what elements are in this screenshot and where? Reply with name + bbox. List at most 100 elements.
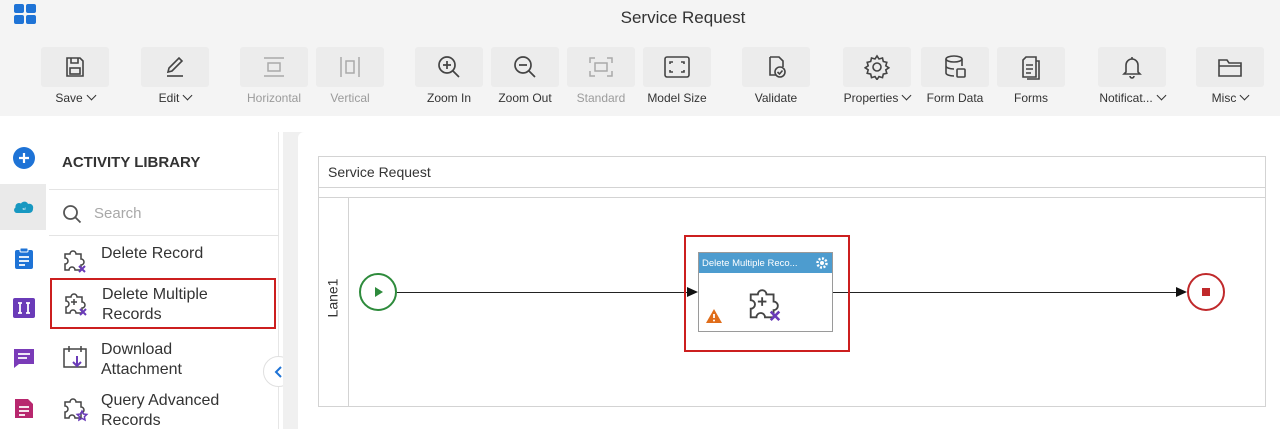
toolbar: Save Edit Horizontal Vertical Zoom In Zo… — [0, 38, 1280, 116]
validate-icon — [742, 47, 810, 87]
zoom-out-icon — [491, 47, 559, 87]
play-icon — [375, 287, 383, 297]
pool-title: Service Request — [328, 164, 431, 180]
query-advanced-records-icon — [64, 398, 89, 422]
database-icon — [921, 47, 989, 87]
vertical-button[interactable]: Vertical — [315, 47, 385, 109]
chevron-down-icon — [901, 90, 912, 101]
standard-label: Standard — [576, 91, 626, 105]
rail-item-chat[interactable] — [0, 334, 46, 380]
search-icon — [63, 205, 82, 224]
save-label: Save — [55, 91, 83, 105]
folder-icon — [1196, 47, 1264, 87]
delete-multiple-records-icon — [749, 289, 781, 322]
sequence-flow-2[interactable] — [833, 292, 1176, 293]
validate-label: Validate — [754, 91, 798, 105]
forms-label: Forms — [1014, 91, 1048, 105]
chevron-down-icon — [182, 90, 193, 101]
lane-header: Lane1 — [319, 198, 349, 407]
standard-size-icon — [567, 47, 635, 87]
library-item-label-line1: Delete Multiple — [102, 286, 208, 303]
misc-label: Misc — [1211, 91, 1237, 105]
notifications-label: Notificat... — [1099, 91, 1153, 105]
gear-icon — [843, 47, 911, 87]
zoom-in-button[interactable]: Zoom In — [414, 47, 484, 109]
rail-item-tasks[interactable] — [0, 234, 46, 280]
stop-icon — [1202, 288, 1210, 296]
library-title: ACTIVITY LIBRARY — [62, 154, 201, 171]
rail-item-add[interactable] — [0, 134, 46, 180]
gear-icon[interactable] — [815, 256, 829, 270]
activity-library-panel: ACTIVITY LIBRARY Search Delete Record De… — [49, 132, 279, 429]
delete-multiple-records-icon — [65, 293, 87, 316]
zoom-out-label: Zoom Out — [498, 91, 552, 105]
zoom-in-icon — [415, 47, 483, 87]
download-attachment-icon — [63, 346, 87, 368]
horizontal-label: Horizontal — [246, 91, 302, 105]
library-header: ACTIVITY LIBRARY — [49, 132, 279, 190]
misc-button[interactable]: Misc — [1195, 47, 1265, 109]
task-label: Delete Multiple Reco... — [702, 258, 798, 269]
form-data-label: Form Data — [926, 91, 984, 105]
pool-header: Service Request — [319, 157, 1265, 188]
end-event[interactable] — [1187, 273, 1225, 311]
properties-button[interactable]: Properties — [838, 47, 916, 109]
rail-item-salesforce[interactable]: sf — [0, 184, 46, 230]
search-input[interactable]: Search — [94, 205, 142, 222]
chat-icon — [14, 349, 34, 368]
delete-record-icon — [64, 250, 86, 273]
chevron-down-icon — [86, 90, 97, 101]
bell-icon — [1098, 47, 1166, 87]
horizontal-layout-icon — [240, 47, 308, 87]
pencil-icon — [141, 47, 209, 87]
forms-icon — [997, 47, 1065, 87]
sequence-flow-1[interactable] — [397, 292, 687, 293]
library-item-label: Delete Record — [101, 245, 204, 262]
rail-item-documents[interactable] — [0, 384, 46, 430]
library-item-label-line2: Attachment — [101, 361, 182, 378]
library-item-delete-multiple-records[interactable]: Delete Multiple Records — [50, 278, 276, 329]
start-event[interactable] — [359, 273, 397, 311]
library-item-label-line1: Download — [101, 341, 173, 358]
save-button[interactable]: Save — [40, 47, 110, 109]
document-icon — [15, 399, 33, 418]
vertical-layout-icon — [316, 47, 384, 87]
model-size-button[interactable]: Model Size — [642, 47, 712, 109]
add-circle-icon — [13, 147, 35, 169]
chevron-down-icon — [1156, 90, 1167, 101]
zoom-out-button[interactable]: Zoom Out — [490, 47, 560, 109]
model-size-label: Model Size — [647, 91, 707, 105]
task-header: Delete Multiple Reco... — [699, 253, 832, 273]
horizontal-button[interactable]: Horizontal — [239, 47, 309, 109]
validate-button[interactable]: Validate — [741, 47, 811, 109]
arrowhead — [1176, 287, 1187, 297]
properties-label: Properties — [843, 91, 899, 105]
edit-button[interactable]: Edit — [140, 47, 210, 109]
zoom-in-label: Zoom In — [426, 91, 471, 105]
lane-label: Lane1 — [324, 278, 341, 318]
form-data-button[interactable]: Form Data — [920, 47, 990, 109]
library-item-label-line2: Records — [102, 306, 162, 323]
left-rail: sf — [0, 132, 46, 429]
title-bar: Service Request — [0, 0, 1280, 38]
library-item-label-line1: Query Advanced — [101, 392, 220, 409]
edit-label: Edit — [158, 91, 180, 105]
library-item-label-line2: Records — [101, 412, 161, 429]
chevron-down-icon — [1239, 90, 1250, 101]
library-search[interactable]: Search — [49, 190, 279, 236]
standard-button[interactable]: Standard — [566, 47, 636, 109]
save-icon — [41, 47, 109, 87]
rail-item-fields[interactable] — [0, 284, 46, 330]
text-field-icon — [13, 298, 35, 318]
salesforce-icon: sf — [14, 201, 34, 213]
window-title: Service Request — [620, 8, 746, 27]
forms-button[interactable]: Forms — [996, 47, 1066, 109]
clipboard-icon — [15, 247, 33, 269]
notifications-button[interactable]: Notificat... — [1094, 47, 1170, 109]
vertical-label: Vertical — [330, 91, 370, 105]
warning-icon[interactable] — [705, 308, 723, 324]
library-item-query-advanced-records[interactable]: Query Advanced Records — [49, 384, 279, 435]
fit-screen-icon — [643, 47, 711, 87]
library-item-download-attachment[interactable]: Download Attachment — [49, 333, 279, 384]
task-delete-multiple-records[interactable]: Delete Multiple Reco... — [698, 252, 833, 332]
